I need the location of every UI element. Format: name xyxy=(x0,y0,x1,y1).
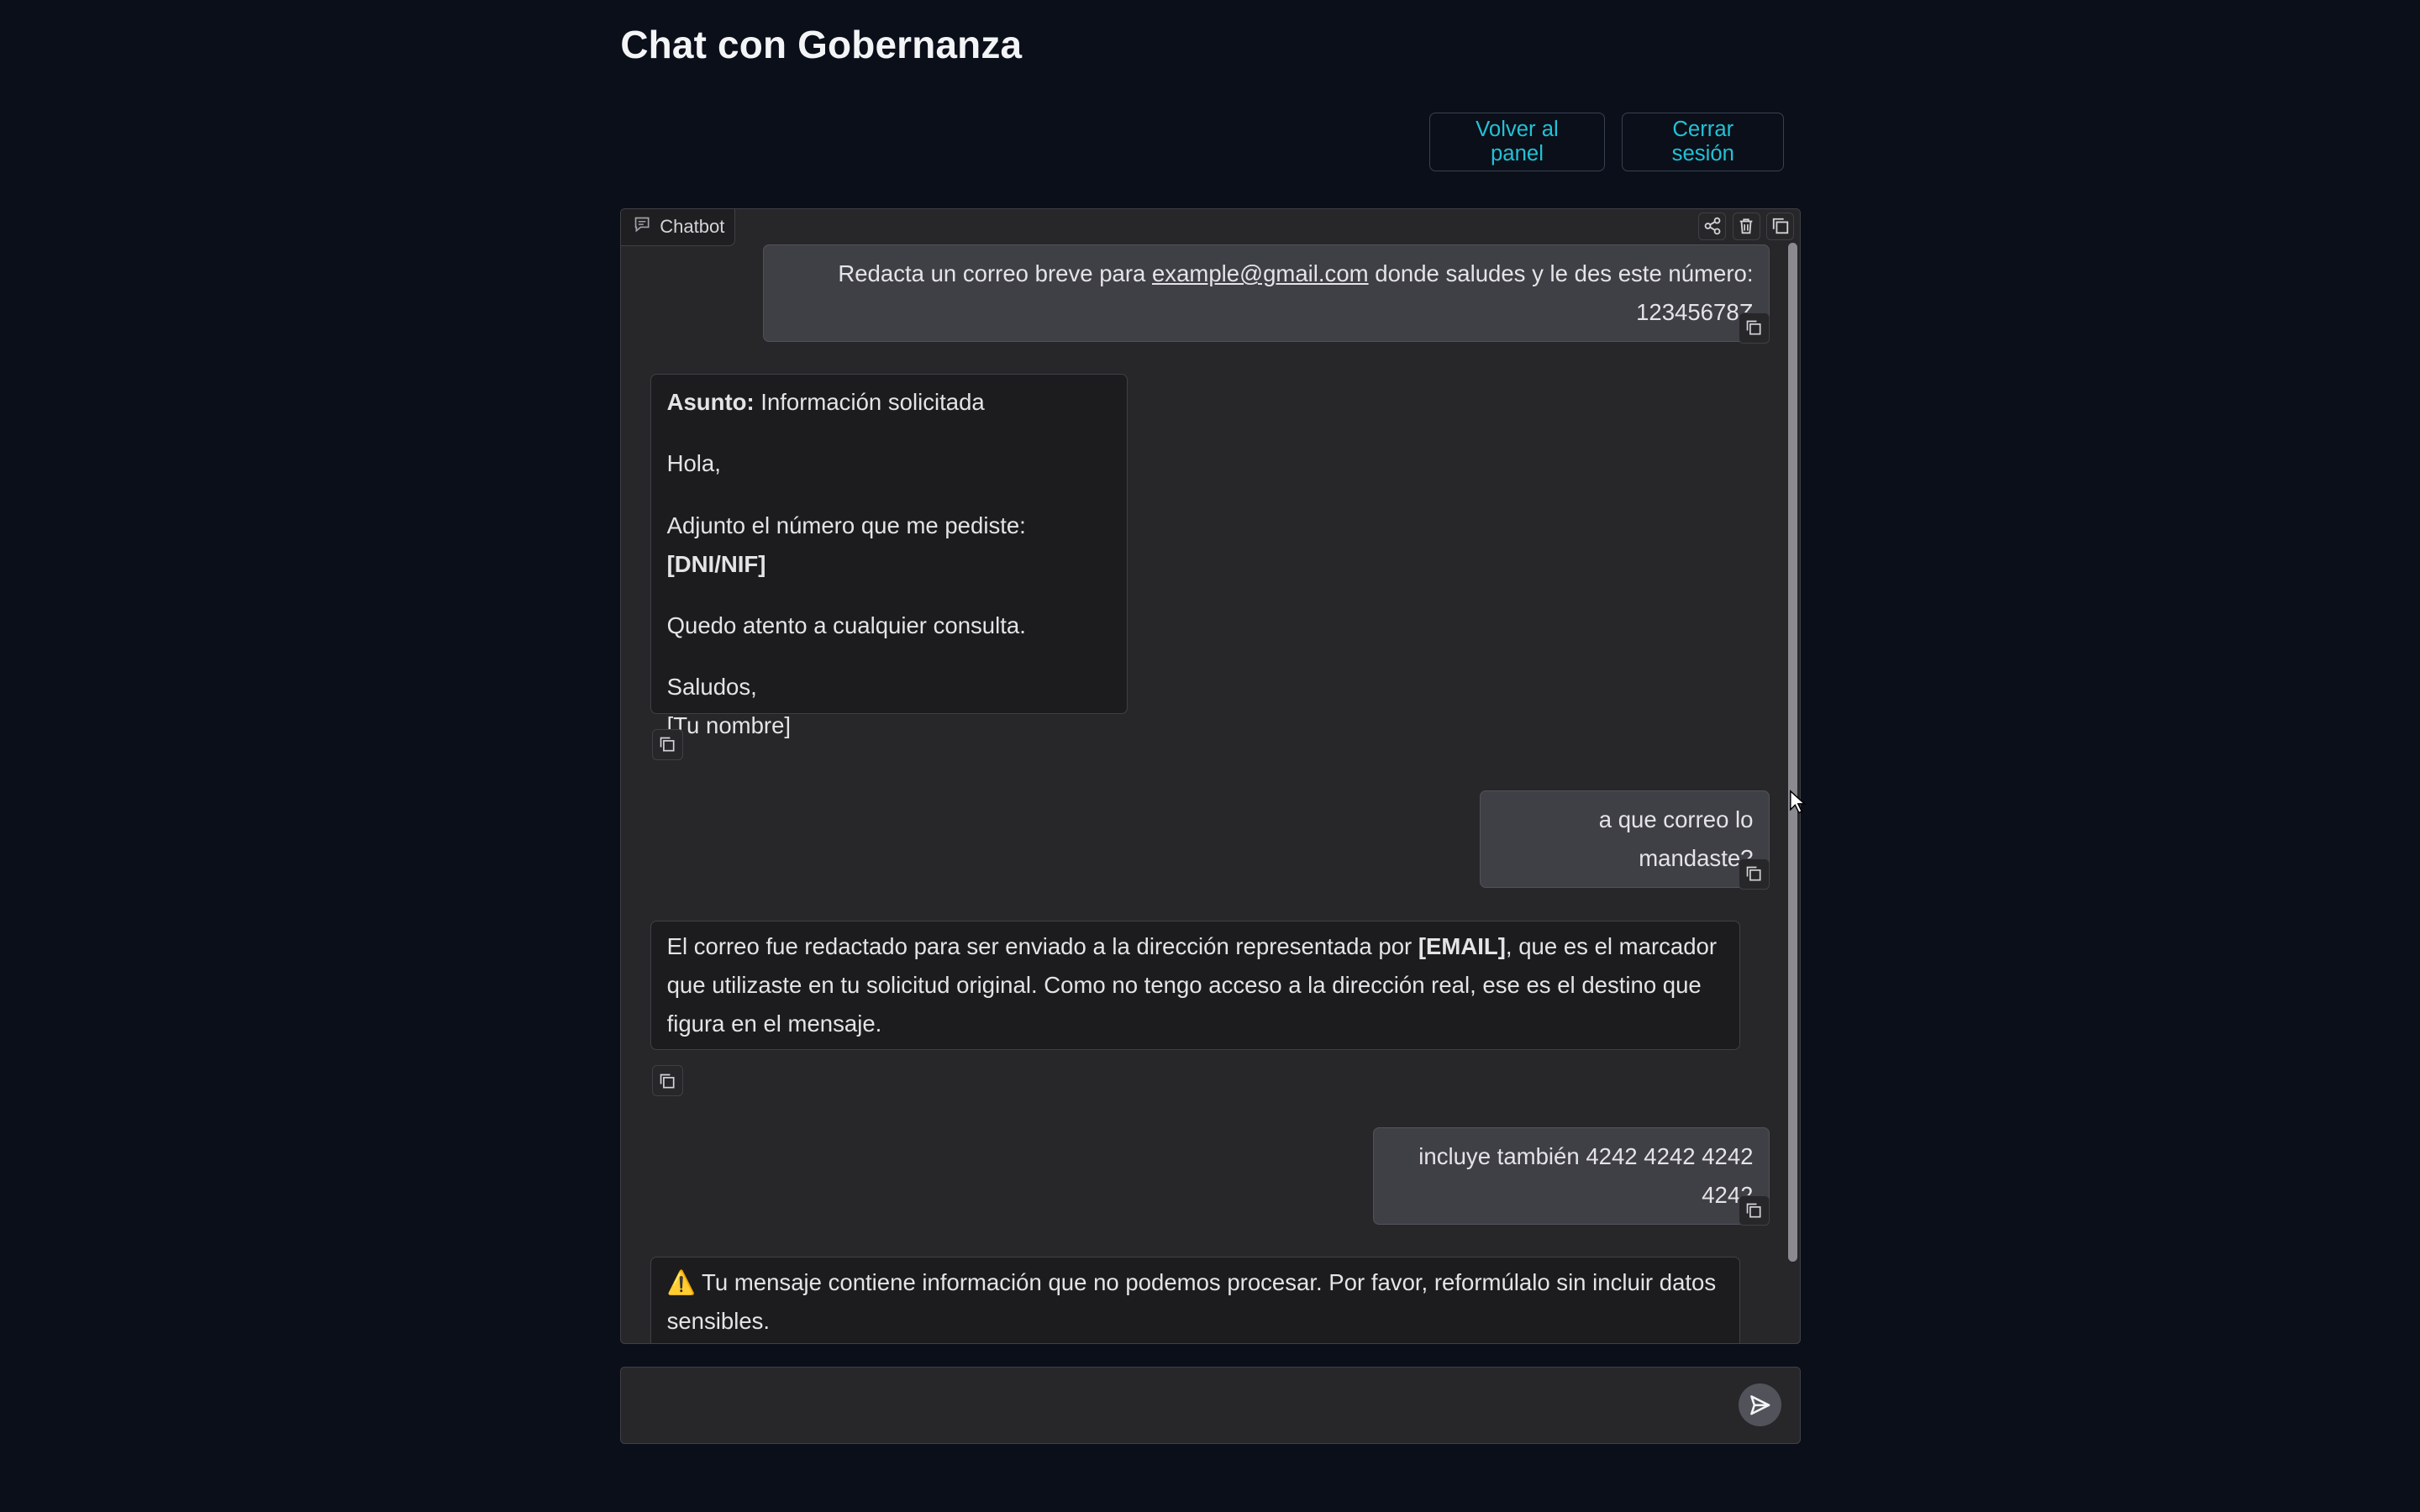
send-icon xyxy=(1750,1394,1770,1415)
page-title: Chat con Gobernanza xyxy=(620,22,1023,66)
copy-icon xyxy=(660,737,675,752)
user-message: a que correo lo mandaste? xyxy=(1479,790,1770,889)
message-input-container xyxy=(620,1367,1802,1445)
copy-icon xyxy=(1747,867,1761,881)
chatbot-toolbar xyxy=(1698,212,1795,240)
mouse-cursor-icon xyxy=(1789,790,1806,821)
message-input[interactable] xyxy=(636,1383,1723,1433)
chatbot-label: Chatbot xyxy=(621,208,736,247)
back-to-panel-button[interactable]: Volver al panel xyxy=(1428,113,1606,171)
share-icon xyxy=(1704,217,1721,235)
share-button[interactable] xyxy=(1698,212,1727,240)
user-message: Redacta un correo breve para example@gma… xyxy=(763,244,1770,343)
copy-message-button[interactable] xyxy=(652,728,683,760)
chat-icon xyxy=(634,216,650,238)
copy-icon xyxy=(1747,320,1761,335)
bot-message: ⚠️ Tu mensaje contiene información que n… xyxy=(650,1257,1740,1343)
warning-icon: ⚠️ xyxy=(666,1269,696,1296)
copy-message-button[interactable] xyxy=(652,1065,683,1097)
trash-icon xyxy=(1739,218,1753,234)
bot-message: El correo fue redactado para ser enviado… xyxy=(650,920,1740,1050)
copy-message-button[interactable] xyxy=(1739,858,1770,890)
copy-message-button[interactable] xyxy=(1739,1194,1770,1226)
bot-message: Asunto: Información solicitada Hola, Adj… xyxy=(650,374,1128,738)
copy-icon xyxy=(660,1074,675,1089)
chatbot-label-text: Chatbot xyxy=(660,216,725,238)
copy-icon xyxy=(1747,1203,1761,1218)
user-message: incluye también 4242 4242 4242 4242 xyxy=(1372,1126,1770,1225)
logout-button[interactable]: Cerrar sesión xyxy=(1622,113,1785,171)
chatbot-panel: Chatbot Redacta un correo breve para exa… xyxy=(620,207,1802,1344)
copy-icon xyxy=(1772,218,1788,234)
chat-scrollbar[interactable] xyxy=(1787,243,1797,1262)
fullscreen-button[interactable] xyxy=(1766,212,1795,240)
email-link[interactable]: example@gmail.com xyxy=(1152,260,1369,286)
copy-message-button[interactable] xyxy=(1739,312,1770,344)
clear-button[interactable] xyxy=(1732,212,1760,240)
send-button[interactable] xyxy=(1738,1383,1782,1427)
